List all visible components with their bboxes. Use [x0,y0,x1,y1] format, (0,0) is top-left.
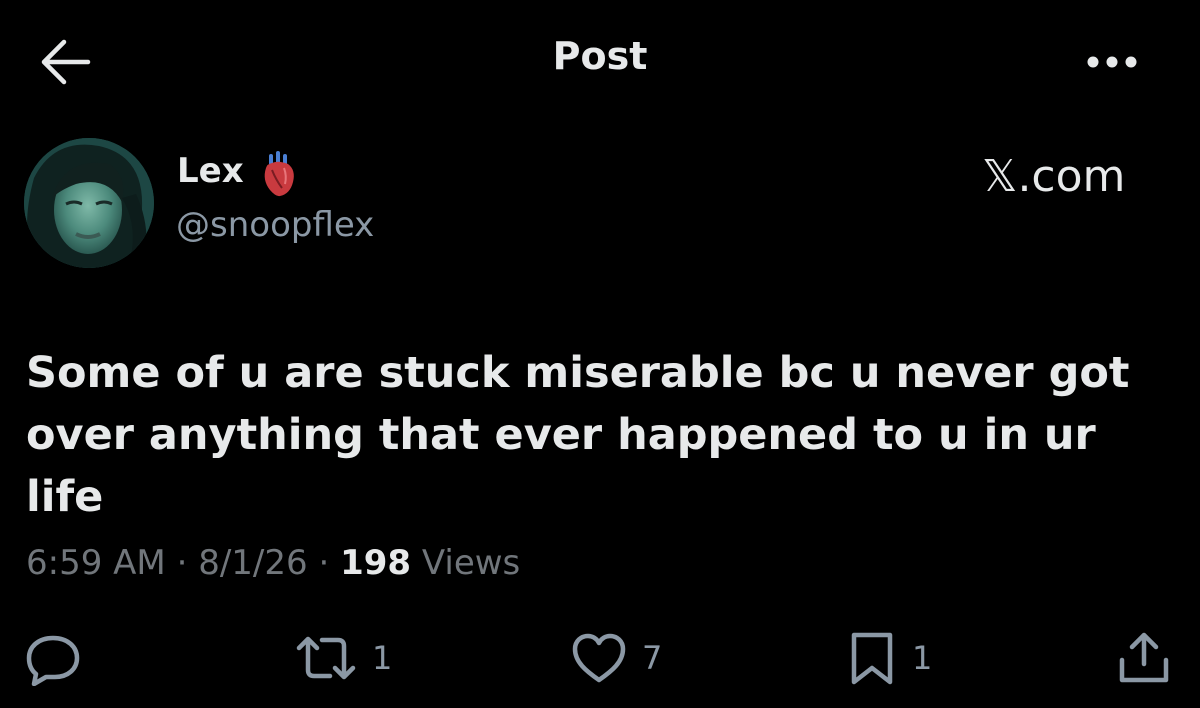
repost-count: 1 [372,639,393,677]
more-options-button[interactable] [1082,42,1142,82]
reply-bubble-icon [26,635,80,686]
page-title: Post [552,34,648,78]
post-body-text: Some of u are stuck miserable bc u never… [26,348,1130,522]
heart-icon [572,633,626,683]
post-date[interactable]: 8/1/26 [198,543,307,583]
author-display-name[interactable]: Lex [177,151,244,191]
post-time[interactable]: 6:59 AM [26,543,166,583]
reply-button[interactable] [24,630,82,686]
bookmark-count: 1 [912,639,933,677]
share-icon [1119,632,1169,683]
x-watermark: 𝕏.com [982,150,1125,202]
bookmark-button[interactable]: 1 [846,630,932,686]
anatomical-heart-icon [258,150,298,198]
avatar-portrait-image [24,138,154,268]
bookmark-icon [851,632,893,685]
share-button[interactable] [1115,630,1173,686]
views-label: Views [421,543,521,583]
back-button[interactable] [36,36,92,88]
like-button[interactable]: 7 [570,630,662,686]
repost-icon [296,636,356,680]
more-horizontal-icon [1087,56,1137,68]
post-header: Post [0,0,1200,120]
like-count: 7 [642,639,663,677]
avatar[interactable] [24,138,154,268]
arrow-left-icon [41,39,91,85]
author-handle[interactable]: @snoopflex [176,205,374,245]
repost-button[interactable]: 1 [294,630,392,686]
views-count: 198 [340,543,412,583]
post-metadata: 6:59 AM · 8/1/26 · 198 Views [26,543,520,583]
watermark-text: 𝕏.com [982,150,1126,202]
meta-separator: · [318,543,330,583]
meta-separator: · [176,543,188,583]
